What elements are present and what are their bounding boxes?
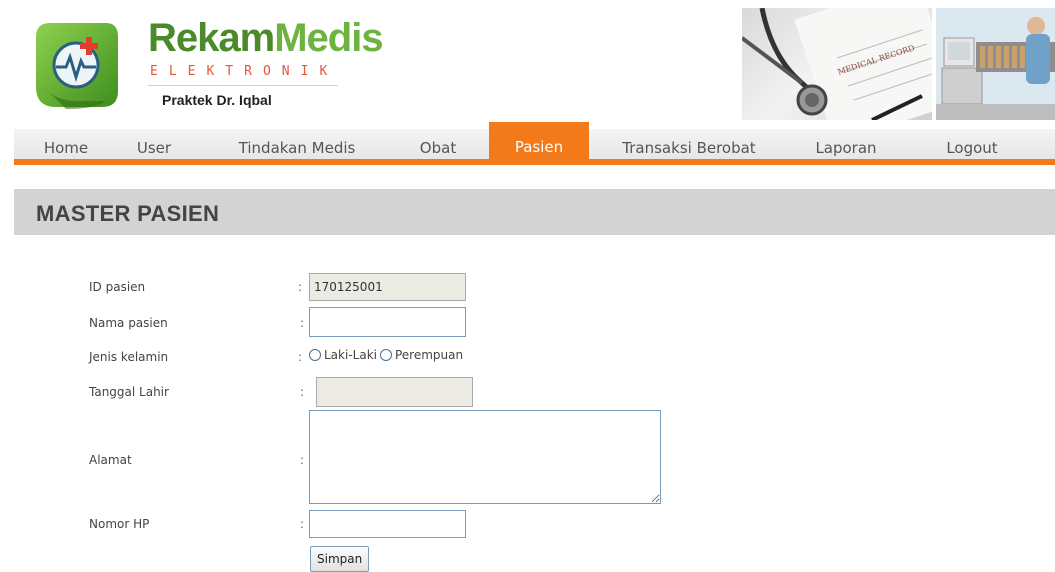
radio-perempuan-label[interactable]: Perempuan	[395, 348, 463, 362]
alamat-label: Alamat	[89, 453, 132, 467]
tanggal-lahir-colon: :	[300, 385, 305, 399]
nav-item-transaksi-berobat[interactable]: Transaksi Berobat	[614, 129, 764, 165]
nav-item-pasien[interactable]: Pasien	[489, 122, 589, 165]
id-pasien-label: ID pasien	[89, 280, 146, 294]
tanggal-lahir-label: Tanggal Lahir	[89, 385, 169, 399]
nav-item-user[interactable]: User	[124, 129, 184, 165]
main-nav: Home User Tindakan Medis Obat Pasien Tra…	[14, 122, 1055, 165]
page-title-bar: MASTER PASIEN	[14, 189, 1055, 235]
records-archive-photo	[936, 8, 1055, 120]
nav-item-obat[interactable]: Obat	[408, 129, 468, 165]
nomor-hp-field[interactable]	[309, 510, 466, 538]
nav-item-logout[interactable]: Logout	[932, 129, 1012, 165]
brand-title: RekamMedis	[148, 16, 384, 60]
radio-laki-laki-label[interactable]: Laki-Laki	[324, 348, 377, 362]
nomor-hp-label: Nomor HP	[89, 517, 150, 531]
jenis-kelamin-colon: :	[298, 350, 303, 364]
simpan-button[interactable]: Simpan	[310, 546, 370, 572]
brand-title-part1: Rekam	[148, 16, 275, 60]
radio-laki-laki[interactable]	[309, 349, 321, 361]
brand-title-part2: Medis	[274, 16, 383, 60]
nav-item-home[interactable]: Home	[34, 129, 98, 165]
nama-pasien-colon: :	[300, 316, 305, 330]
stethoscope-medical-record-photo: MEDICAL RECORD	[742, 8, 932, 120]
nav-item-tindakan-medis[interactable]: Tindakan Medis	[232, 129, 362, 165]
page-title: MASTER PASIEN	[36, 201, 220, 226]
nama-pasien-label: Nama pasien	[89, 316, 168, 330]
nama-pasien-field[interactable]	[309, 307, 466, 337]
alamat-textarea[interactable]	[309, 410, 661, 504]
id-pasien-field	[309, 273, 466, 301]
radio-perempuan[interactable]	[379, 349, 392, 361]
id-pasien-colon: :	[298, 280, 303, 294]
brand-divider	[148, 85, 338, 86]
brand-block: RekamMedis ELEKTRONIK Praktek Dr. Iqbal	[148, 16, 384, 108]
nomor-hp-colon: :	[300, 517, 305, 531]
brand-subtitle: ELEKTRONIK	[150, 64, 339, 79]
app-logo-icon	[26, 17, 126, 113]
jenis-kelamin-label: Jenis kelamin	[89, 350, 169, 364]
tanggal-lahir-field[interactable]	[316, 377, 473, 407]
gender-radio-group: Laki-Laki Perempuan	[309, 348, 466, 362]
alamat-colon: :	[300, 453, 305, 467]
practice-name: Praktek Dr. Iqbal	[162, 92, 272, 108]
nav-item-laporan[interactable]: Laporan	[806, 129, 886, 165]
header: RekamMedis ELEKTRONIK Praktek Dr. Iqbal …	[14, 0, 1055, 122]
